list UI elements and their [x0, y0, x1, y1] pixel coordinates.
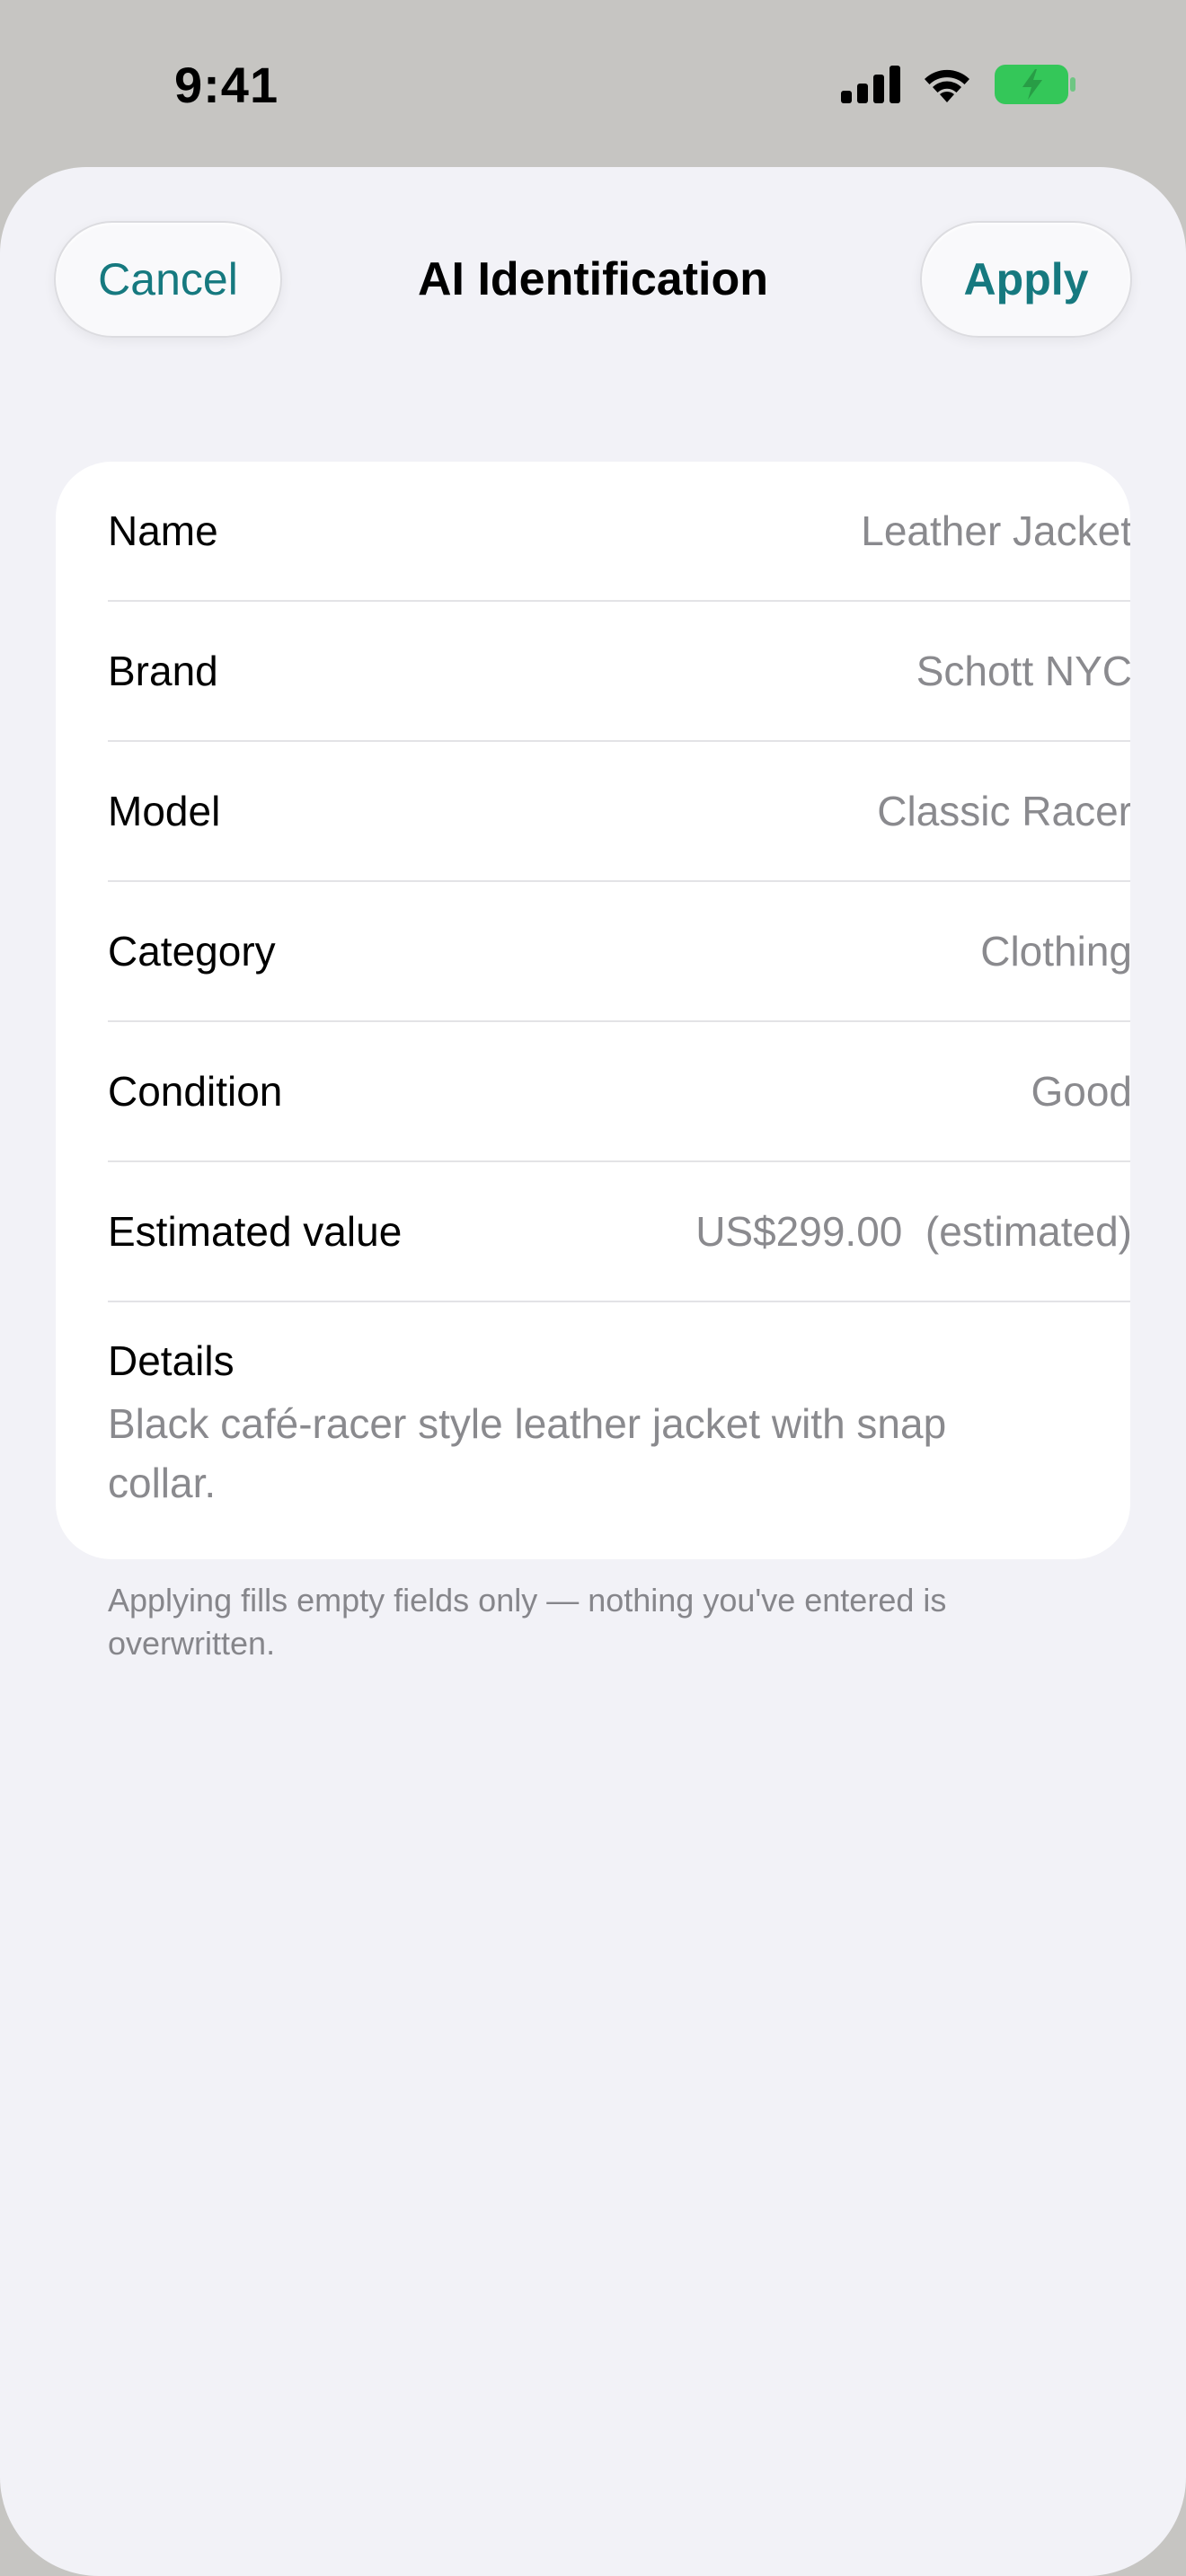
- field-value: Schott NYC: [916, 648, 1130, 694]
- field-label: Model: [108, 788, 221, 834]
- footnote: Applying fills empty fields only — nothi…: [108, 1582, 947, 1662]
- field-label: Brand: [108, 648, 218, 694]
- field-row-category[interactable]: Category Clothing: [108, 882, 1130, 1022]
- field-value: US$299.00 (estimated): [695, 1208, 1130, 1255]
- field-row-name[interactable]: Name Leather Jacket: [108, 462, 1130, 602]
- field-row-estimated-value[interactable]: Estimated value US$299.00 (estimated): [108, 1162, 1130, 1302]
- field-row-model[interactable]: Model Classic Racer: [108, 742, 1130, 882]
- details-section[interactable]: Details Black café-racer style leather j…: [108, 1302, 1078, 1513]
- field-row-brand[interactable]: Brand Schott NYC: [108, 602, 1130, 742]
- field-row-condition[interactable]: Condition Good: [108, 1022, 1130, 1162]
- battery-charging-icon: [994, 64, 1076, 110]
- field-label: Condition: [108, 1068, 283, 1115]
- identification-sheet: Cancel AI Identification Apply Name Leat…: [0, 167, 1186, 2576]
- field-label: Name: [108, 507, 218, 554]
- fields-card: Name Leather Jacket Brand Schott NYC Mod…: [56, 462, 1130, 1559]
- field-value: Good: [1031, 1068, 1130, 1115]
- status-time: 9:41: [174, 57, 279, 113]
- field-value: Clothing: [980, 928, 1130, 975]
- details-label: Details: [108, 1337, 235, 1384]
- cellular-signal-icon: [841, 65, 900, 108]
- nav-bar: Cancel AI Identification Apply: [0, 167, 1186, 392]
- field-value: Leather Jacket: [861, 507, 1130, 554]
- cancel-button[interactable]: Cancel: [54, 221, 282, 338]
- status-icons: [841, 64, 1076, 110]
- field-label: Estimated value: [108, 1208, 403, 1255]
- field-value: Classic Racer: [877, 788, 1130, 834]
- status-bar: 9:41: [0, 0, 1186, 167]
- details-text: Black café-racer style leather jacket wi…: [108, 1400, 947, 1506]
- wifi-icon: [920, 65, 974, 109]
- field-label: Category: [108, 928, 276, 975]
- apply-button[interactable]: Apply: [920, 221, 1132, 338]
